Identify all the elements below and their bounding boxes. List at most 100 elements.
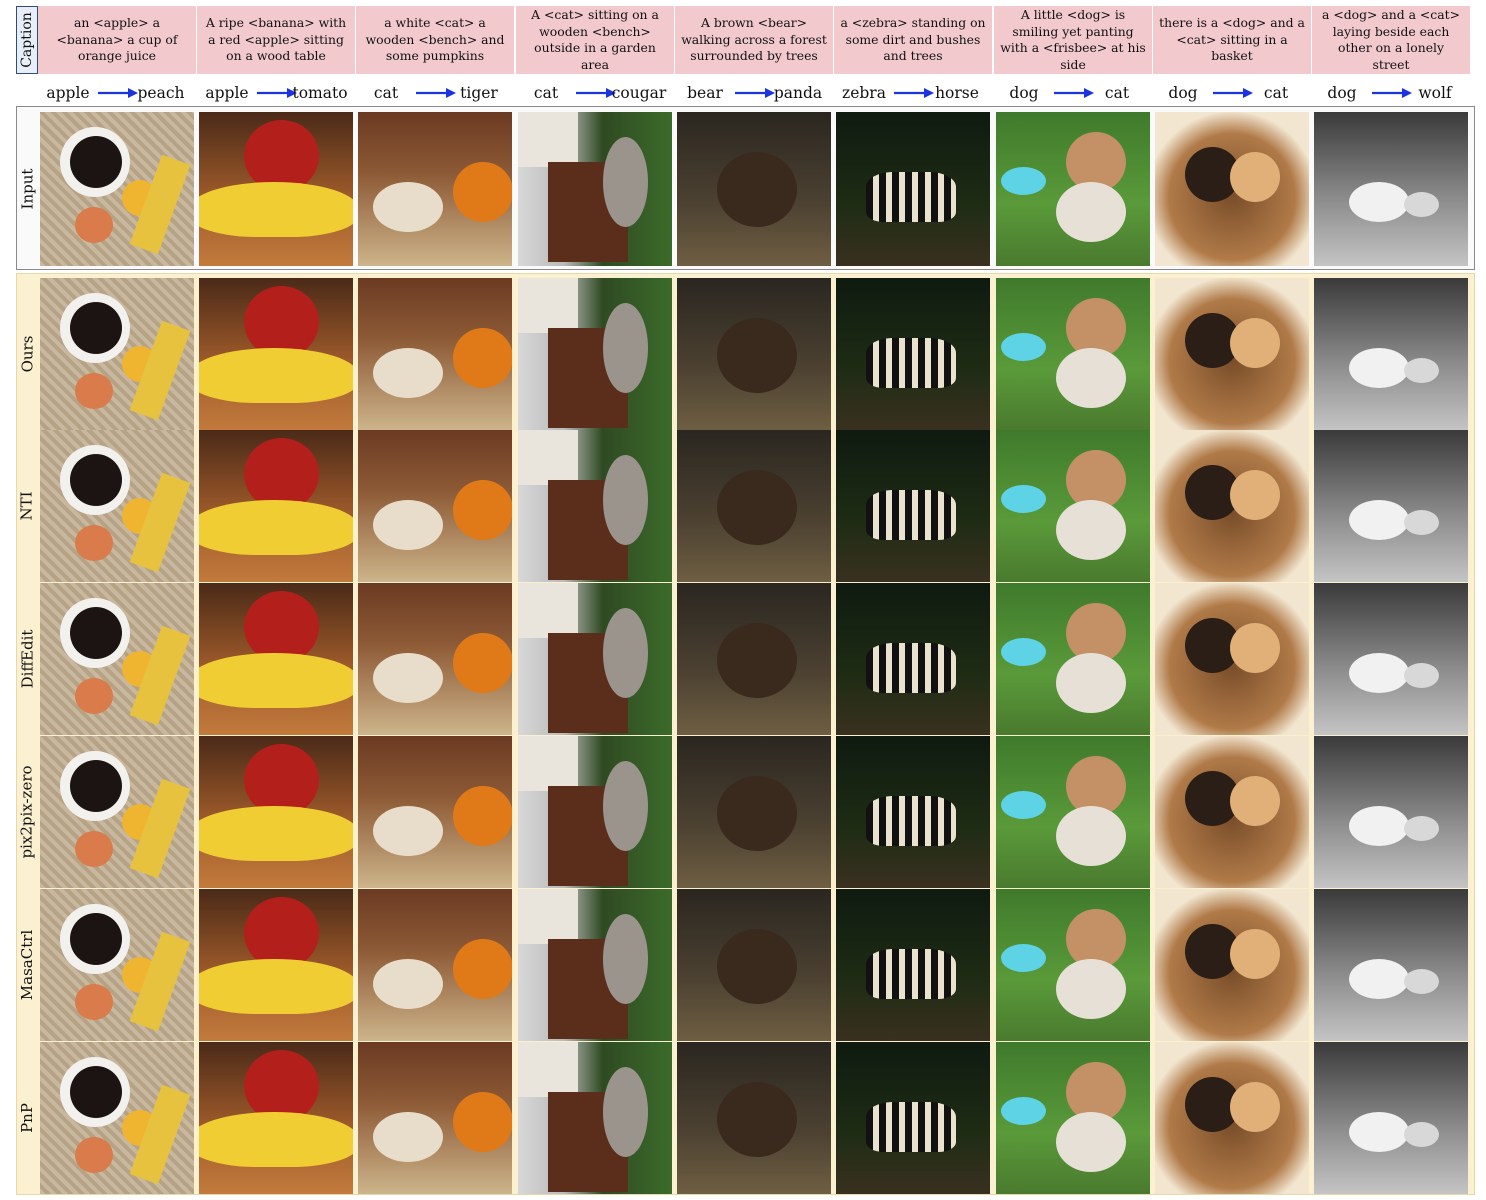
edit-pair: dog wolf: [1314, 80, 1468, 106]
edit-target-word: wolf: [1418, 84, 1452, 102]
edit-pair: cat tiger: [358, 80, 512, 106]
result-image: [996, 583, 1150, 735]
result-image: [199, 736, 353, 888]
edit-source-word: apple: [46, 84, 90, 102]
edit-source-word: bear: [687, 84, 723, 102]
caption-cell: a <dog> and a <cat> laying beside each o…: [1312, 6, 1471, 74]
result-image: [518, 889, 672, 1041]
result-image: [40, 889, 194, 1041]
caption-row: Caption an <apple> a <banana> a cup of o…: [16, 6, 1475, 74]
caption-cell: a <zebra> standing on some dirt and bush…: [834, 6, 993, 74]
result-image: [996, 278, 1150, 430]
result-image: [1314, 736, 1468, 888]
result-image: [358, 889, 512, 1041]
row-label-text: pix2pix-zero: [18, 765, 37, 859]
caption-cell: A ripe <banana> with a red <apple> sitti…: [197, 6, 356, 74]
result-image: [677, 1042, 831, 1194]
result-image: [1155, 278, 1309, 430]
caption-label: Caption: [16, 6, 38, 74]
edit-source-word: cat: [533, 84, 559, 102]
result-image: [40, 430, 194, 582]
row-label-text: Input: [18, 168, 37, 210]
edit-pair: bear panda: [677, 80, 831, 106]
edit-target-word: panda: [773, 84, 823, 102]
edit-pair: apple peach: [40, 80, 194, 106]
row-label-text: MasaCtrl: [18, 929, 37, 1001]
result-image: [1155, 736, 1309, 888]
caption-cell: A brown <bear> walking across a forest s…: [675, 6, 834, 74]
result-image: [40, 278, 194, 430]
edit-source-word: cat: [373, 84, 399, 102]
row-label: NTI: [16, 430, 38, 582]
result-image: [996, 889, 1150, 1041]
result-image: [1314, 889, 1468, 1041]
edit-target-word: cat: [1263, 84, 1289, 102]
result-image: [1314, 1042, 1468, 1194]
caption-cell: A <cat> sitting on a wooden <bench> outs…: [516, 6, 675, 74]
edit-source-word: dog: [1009, 84, 1039, 102]
row-label: MasaCtrl: [16, 889, 38, 1041]
caption-cell: there is a <dog> and a <cat> sitting in …: [1153, 6, 1312, 74]
row-label-text: DiffEdit: [18, 629, 37, 689]
edit-row: apple peach apple tomato cat tiger cat cougar be…: [38, 80, 1478, 106]
edit-source-word: zebra: [842, 84, 886, 102]
result-image: [518, 278, 672, 430]
result-image: [40, 112, 194, 266]
caption-label-text: Caption: [19, 12, 35, 68]
result-image: [677, 583, 831, 735]
row-label: pix2pix-zero: [16, 736, 38, 888]
result-image: [1155, 112, 1309, 266]
result-image: [996, 112, 1150, 266]
result-image: [1155, 889, 1309, 1041]
edit-target-word: cat: [1104, 84, 1130, 102]
result-image: [358, 583, 512, 735]
edit-pair: apple tomato: [199, 80, 353, 106]
row-label-text: PnP: [18, 1103, 37, 1133]
row-label-text: NTI: [18, 491, 36, 521]
result-image: [836, 430, 990, 582]
result-image: [358, 430, 512, 582]
edit-source-word: apple: [205, 84, 249, 102]
edit-target-word: peach: [137, 84, 185, 102]
result-image: [199, 430, 353, 582]
row-label-text: Ours: [18, 335, 37, 373]
row-label: Ours: [16, 278, 38, 430]
result-image: [677, 278, 831, 430]
edit-pair: cat cougar: [518, 80, 672, 106]
result-image: [518, 112, 672, 266]
edit-source-word: dog: [1327, 84, 1357, 102]
result-image: [677, 112, 831, 266]
row-label: DiffEdit: [16, 583, 38, 735]
caption-cell: A little <dog> is smiling yet panting wi…: [994, 6, 1153, 74]
edit-pair: zebra horse: [836, 80, 990, 106]
result-image: [836, 1042, 990, 1194]
row-label: PnP: [16, 1042, 38, 1194]
result-image: [1314, 430, 1468, 582]
result-image: [518, 736, 672, 888]
result-image: [677, 430, 831, 582]
result-image: [836, 278, 990, 430]
result-image: [40, 1042, 194, 1194]
result-image: [358, 112, 512, 266]
caption-cell: a white <cat> a wooden <bench> and some …: [356, 6, 515, 74]
result-image: [677, 736, 831, 888]
result-image: [1314, 112, 1468, 266]
edit-pair: dog cat: [1155, 80, 1309, 106]
result-image: [996, 430, 1150, 582]
result-image: [358, 1042, 512, 1194]
result-image: [1155, 583, 1309, 735]
caption-cell: an <apple> a <banana> a cup of orange ju…: [38, 6, 197, 74]
result-image: [199, 889, 353, 1041]
result-image: [1155, 430, 1309, 582]
result-image: [996, 736, 1150, 888]
result-image: [836, 112, 990, 266]
edit-target-word: tomato: [292, 84, 348, 102]
result-image: [1314, 278, 1468, 430]
edit-target-word: horse: [935, 84, 979, 102]
edit-pair: dog cat: [996, 80, 1150, 106]
result-image: [40, 736, 194, 888]
result-image: [358, 278, 512, 430]
result-image: [358, 736, 512, 888]
result-image: [518, 583, 672, 735]
result-image: [1155, 1042, 1309, 1194]
